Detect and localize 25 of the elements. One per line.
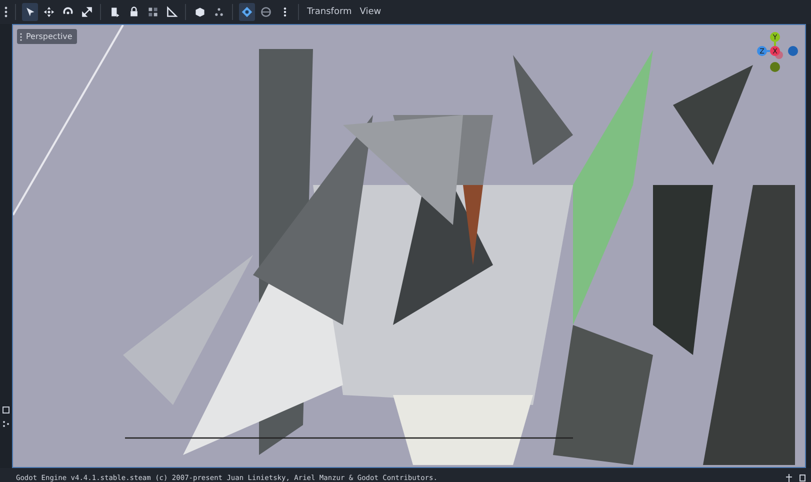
axis-dot[interactable] <box>770 32 780 42</box>
axis-line <box>767 50 770 52</box>
dots-icon[interactable] <box>2 420 10 428</box>
pin-icon[interactable] <box>785 474 793 482</box>
menu-button[interactable]: View <box>356 7 384 17</box>
axis-dot[interactable] <box>788 46 798 56</box>
cube-icon <box>194 6 206 18</box>
grid-icon <box>147 6 159 18</box>
diamond-icon <box>241 6 253 18</box>
perspective-menu-button[interactable]: Perspective <box>17 29 78 44</box>
move-icon <box>43 6 55 18</box>
copy-icon[interactable] <box>799 474 807 482</box>
menu-button[interactable]: Transform <box>304 7 355 17</box>
ruler-icon <box>166 6 178 18</box>
axis-dot[interactable] <box>770 62 780 72</box>
axis-dot[interactable] <box>757 46 767 56</box>
scale-icon <box>81 6 93 18</box>
lock-icon <box>128 6 140 18</box>
square-icon[interactable] <box>2 406 10 414</box>
dots-icon <box>213 6 225 18</box>
grip-icon[interactable] <box>2 5 10 19</box>
pointer-icon <box>24 6 36 18</box>
axis-line <box>774 42 776 46</box>
axis-dot[interactable] <box>770 46 780 56</box>
toolbar-button[interactable] <box>22 3 38 21</box>
